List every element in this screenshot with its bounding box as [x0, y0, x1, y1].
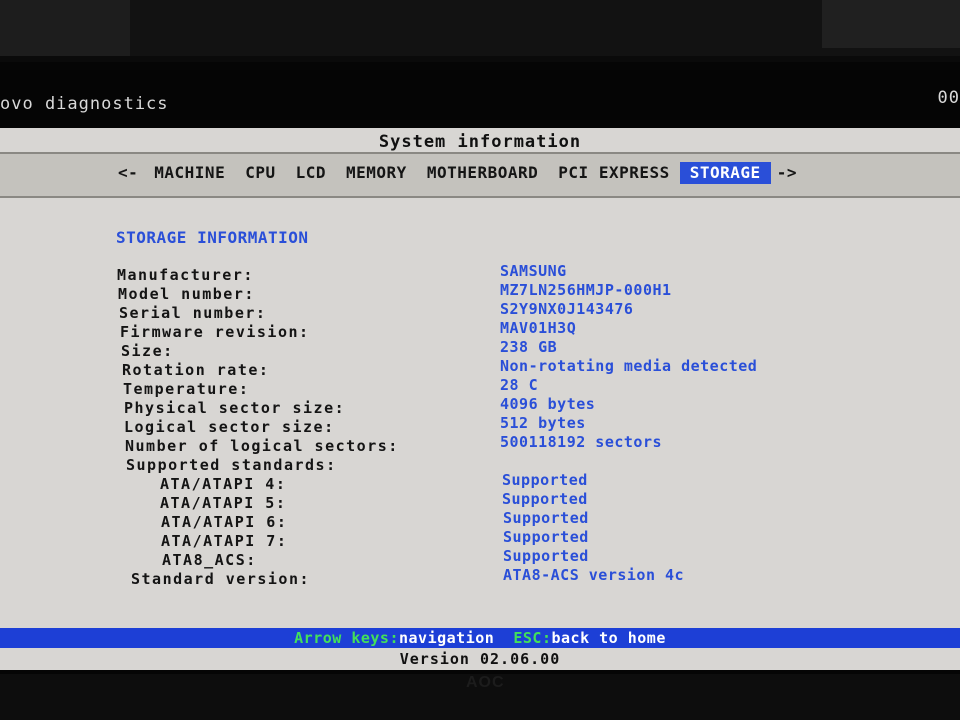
tab-memory[interactable]: MEMORY [336, 162, 417, 184]
value-ata-atapi-6: Supported [503, 509, 589, 527]
monitor-brand-logo: AOC [466, 674, 505, 691]
tab-cpu[interactable]: CPU [235, 162, 285, 184]
row-number-of-logical-sectors: Number of logical sectors: 500118192 sec… [0, 433, 960, 456]
status-bar: Arrow keys:navigation ESC:back to home [0, 628, 960, 648]
value-standard-version: ATA8-ACS version 4c [503, 566, 685, 584]
label-ata-atapi-5: ATA/ATAPI 5: [160, 494, 287, 512]
monitor-screen: ovo diagnostics 00 System information <-… [0, 62, 960, 674]
label-serial-number: Serial number: [119, 304, 267, 322]
system-information-window: System information <- MACHINE CPU LCD ME… [0, 128, 960, 628]
clock-readout: 00 [937, 88, 960, 108]
label-size: Size: [121, 342, 174, 360]
value-ata-atapi-4: Supported [502, 471, 588, 489]
tab-lcd[interactable]: LCD [286, 162, 336, 184]
label-ata8-acs: ATA8_ACS: [162, 551, 257, 569]
label-supported-standards: Supported standards: [126, 456, 337, 474]
label-firmware-revision: Firmware revision: [120, 323, 310, 341]
tab-prev-arrow[interactable]: <- [112, 162, 144, 184]
tab-pci-express[interactable]: PCI EXPRESS [548, 162, 679, 184]
tab-next-arrow[interactable]: -> [771, 162, 803, 184]
hint-esc-key: ESC: [513, 629, 552, 647]
hint-back-to-home: back to home [551, 629, 666, 647]
value-ata8-acs: Supported [503, 547, 589, 565]
row-ata-atapi-4: ATA/ATAPI 4: Supported [0, 471, 960, 494]
value-rotation-rate: Non-rotating media detected [500, 357, 758, 375]
label-standard-version: Standard version: [131, 570, 311, 588]
row-rotation-rate: Rotation rate: Non-rotating media detect… [0, 357, 960, 380]
label-ata-atapi-7: ATA/ATAPI 7: [161, 532, 288, 550]
window-title: System information [378, 132, 582, 152]
label-rotation-rate: Rotation rate: [122, 361, 270, 379]
label-ata-atapi-4: ATA/ATAPI 4: [160, 475, 287, 493]
value-ata-atapi-5: Supported [502, 490, 588, 508]
row-temperature: Temperature: 28 C [0, 376, 960, 399]
tab-list: <- MACHINE CPU LCD MEMORY MOTHERBOARD PC… [112, 162, 803, 184]
section-title: STORAGE INFORMATION [116, 228, 309, 247]
row-physical-sector-size: Physical sector size: 4096 bytes [0, 395, 960, 418]
top-bar: ovo diagnostics 00 [0, 62, 960, 130]
version-text: Version 02.06.00 [399, 650, 561, 668]
background-wall-left [0, 0, 130, 56]
row-size: Size: 238 GB [0, 338, 960, 361]
label-ata-atapi-6: ATA/ATAPI 6: [161, 513, 288, 531]
label-model-number: Model number: [118, 285, 255, 303]
row-ata-atapi-5: ATA/ATAPI 5: Supported [0, 490, 960, 513]
row-firmware-revision: Firmware revision: MAV01H3Q [0, 319, 960, 342]
row-supported-standards: Supported standards: [0, 456, 960, 475]
value-logical-sector-size: 512 bytes [500, 414, 586, 432]
label-physical-sector-size: Physical sector size: [124, 399, 346, 417]
value-manufacturer: SAMSUNG [500, 262, 567, 280]
label-manufacturer: Manufacturer: [117, 266, 254, 284]
tab-bar: <- MACHINE CPU LCD MEMORY MOTHERBOARD PC… [0, 152, 960, 198]
value-number-of-logical-sectors: 500118192 sectors [500, 433, 663, 451]
row-ata-atapi-6: ATA/ATAPI 6: Supported [0, 509, 960, 532]
status-bar-hints: Arrow keys:navigation ESC:back to home [294, 628, 666, 648]
row-serial-number: Serial number: S2Y9NX0J143476 [0, 300, 960, 323]
window-title-strip: System information [0, 132, 960, 152]
tab-machine[interactable]: MACHINE [144, 162, 235, 184]
label-temperature: Temperature: [123, 380, 250, 398]
label-logical-sector-size: Logical sector size: [124, 418, 335, 436]
value-size: 238 GB [500, 338, 558, 356]
row-model-number: Model number: MZ7LN256HMJP-000H1 [0, 281, 960, 304]
version-bar: Version 02.06.00 [0, 648, 960, 670]
background-wall-right [822, 0, 960, 48]
tab-storage[interactable]: STORAGE [679, 162, 771, 184]
value-temperature: 28 C [500, 376, 539, 394]
tab-motherboard[interactable]: MOTHERBOARD [417, 162, 548, 184]
value-ata-atapi-7: Supported [503, 528, 589, 546]
row-manufacturer: Manufacturer: SAMSUNG [0, 262, 960, 285]
hint-arrow-keys: Arrow keys: [294, 629, 399, 647]
value-physical-sector-size: 4096 bytes [500, 395, 596, 413]
app-title: ovo diagnostics [0, 94, 169, 114]
label-number-of-logical-sectors: Number of logical sectors: [125, 437, 399, 455]
value-serial-number: S2Y9NX0J143476 [500, 300, 634, 318]
hint-navigation: navigation [398, 629, 495, 647]
row-ata-atapi-7: ATA/ATAPI 7: Supported [0, 528, 960, 551]
value-model-number: MZ7LN256HMJP-000H1 [500, 281, 672, 299]
row-ata8-acs: ATA8_ACS: Supported [0, 547, 960, 570]
row-logical-sector-size: Logical sector size: 512 bytes [0, 414, 960, 437]
value-firmware-revision: MAV01H3Q [500, 319, 577, 337]
row-standard-version: Standard version: ATA8-ACS version 4c [0, 566, 960, 589]
